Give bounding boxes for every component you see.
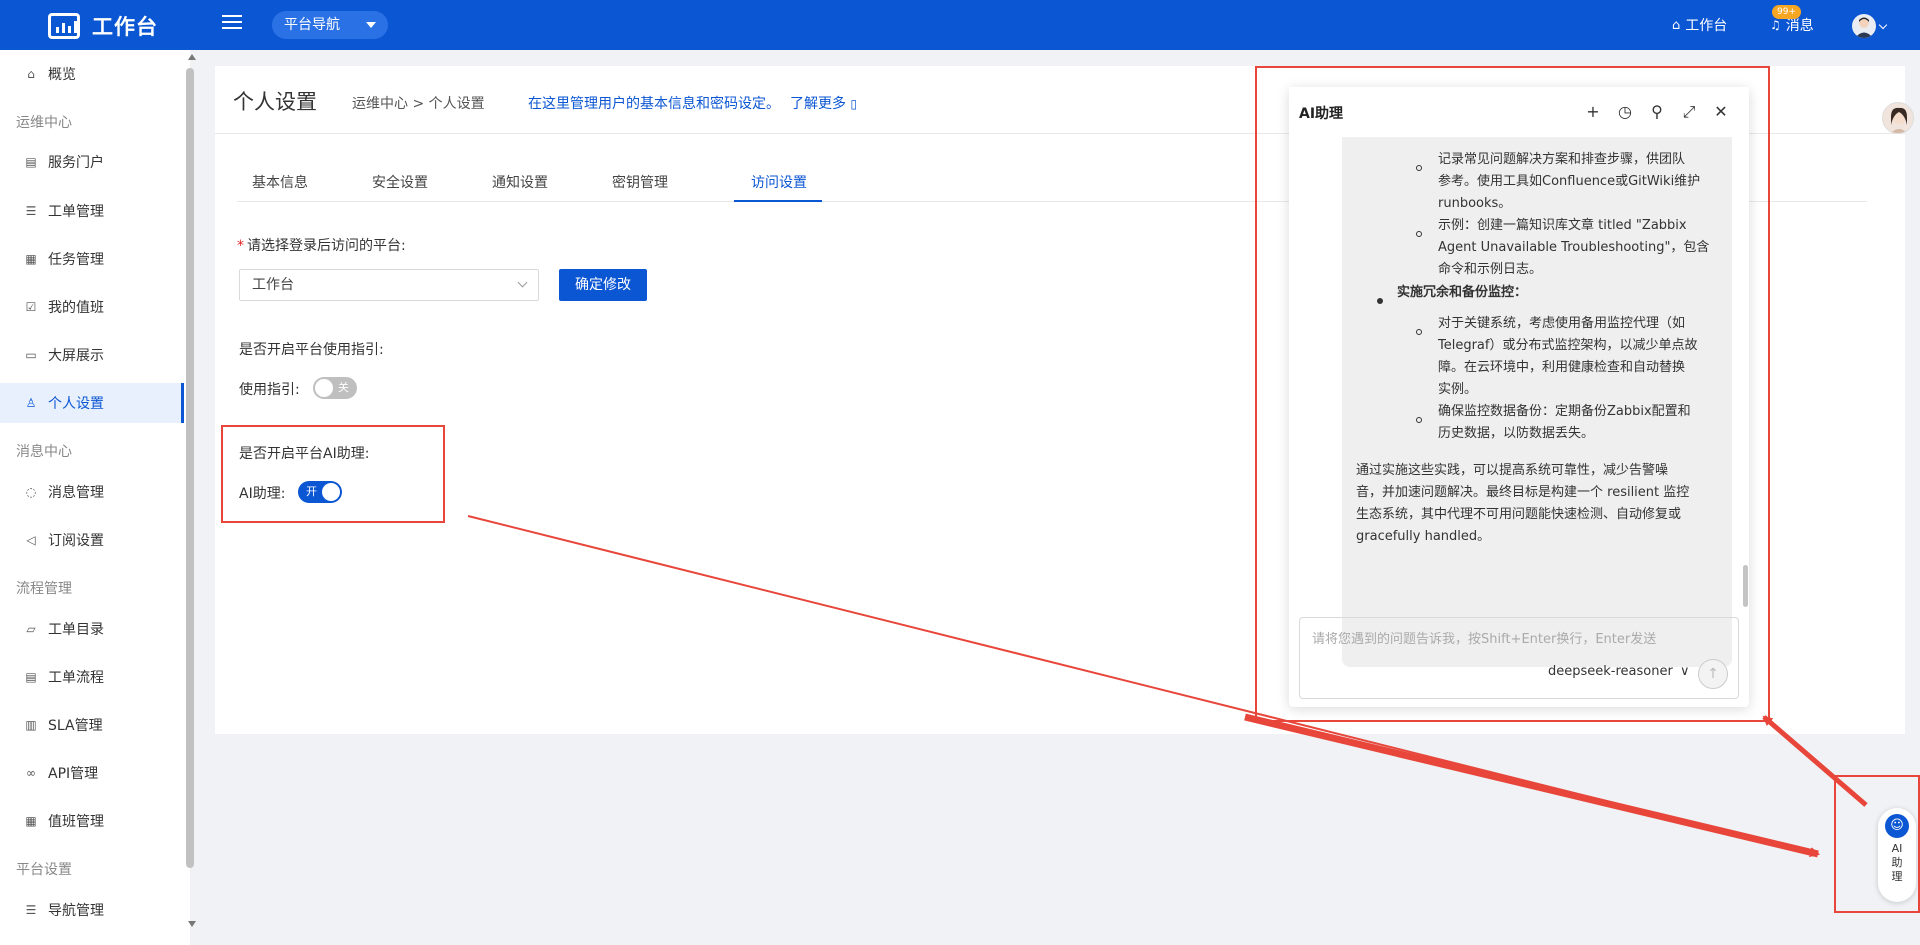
list-icon: ☰ bbox=[25, 903, 37, 917]
sidebar-item-label: 导航管理 bbox=[48, 903, 104, 919]
switch-knob bbox=[315, 379, 333, 397]
doc-icon: ▯ bbox=[850, 97, 858, 111]
sidebar-item-overview[interactable]: ⌂ 概览 bbox=[0, 54, 184, 94]
tab-security[interactable]: 安全设置 bbox=[372, 162, 432, 202]
caret-down-icon bbox=[366, 22, 376, 28]
list-icon: ☰ bbox=[25, 204, 37, 218]
learn-more-link[interactable]: 了解更多 ▯ bbox=[790, 93, 857, 113]
document-icon: ▤ bbox=[25, 155, 37, 169]
sidebar-item-service-portal[interactable]: ▤ 服务门户 bbox=[0, 142, 184, 182]
learn-more-label: 了解更多 bbox=[790, 96, 846, 112]
sidebar-item-label: 工单流程 bbox=[48, 670, 104, 686]
scroll-down-icon[interactable] bbox=[188, 921, 196, 927]
workbench-link[interactable]: ⌂ 工作台 bbox=[1672, 0, 1727, 50]
sidebar-item-my-duty[interactable]: ☑ 我的值班 bbox=[0, 287, 184, 327]
sidebar-item-label: 工单目录 bbox=[48, 622, 104, 638]
user-icon: ♙ bbox=[25, 396, 37, 410]
annotation-box-ai-setting bbox=[221, 425, 445, 523]
tab-keys[interactable]: 密钥管理 bbox=[612, 162, 672, 202]
platform-nav-dropdown[interactable]: 平台导航 bbox=[272, 11, 388, 39]
platform-select-value: 工作台 bbox=[252, 277, 294, 293]
annotation-box-float bbox=[1834, 775, 1920, 913]
chevron-down-icon bbox=[517, 277, 528, 288]
sidebar-group-platform: 平台设置 bbox=[16, 862, 72, 878]
workbench-link-label: 工作台 bbox=[1685, 18, 1728, 34]
sidebar-item-label: SLA管理 bbox=[48, 718, 103, 734]
guide-switch[interactable]: 关 bbox=[313, 377, 357, 399]
tab-access[interactable]: 访问设置 bbox=[734, 162, 822, 202]
user-avatar[interactable] bbox=[1852, 14, 1876, 38]
folder-icon: ▱ bbox=[26, 622, 36, 636]
sidebar-item-label: 工单管理 bbox=[48, 204, 104, 220]
tab-notifications[interactable]: 通知设置 bbox=[492, 162, 552, 202]
annotation-arrow-thick bbox=[1244, 713, 1820, 858]
gauge-icon: ▥ bbox=[25, 718, 37, 732]
sidebar: ⌂ 概览 运维中心 ▤ 服务门户 ☰ 工单管理 ▦ 任务管理 ☑ 我的值班 ▭ 大屏展示 ♙… bbox=[0, 50, 190, 945]
platform-field-label: * 请选择登录后访问的平台: bbox=[237, 235, 406, 255]
platform-select[interactable]: 工作台 bbox=[239, 269, 539, 301]
sidebar-item-label: 消息管理 bbox=[48, 485, 104, 501]
sidebar-item-personal-settings[interactable]: ♙ 个人设置 bbox=[0, 383, 184, 423]
sidebar-item-subscriptions[interactable]: ◁ 订阅设置 bbox=[0, 520, 184, 560]
menu-toggle-icon[interactable] bbox=[222, 15, 242, 33]
tab-basic-info[interactable]: 基本信息 bbox=[252, 162, 312, 202]
scroll-up-icon[interactable] bbox=[188, 54, 196, 60]
sidebar-group-workflow: 流程管理 bbox=[16, 581, 72, 597]
top-bar: 工作台 平台导航 ⌂ 工作台 ♫ 消息 99+ bbox=[0, 0, 1920, 50]
sidebar-item-label: 任务管理 bbox=[48, 252, 104, 268]
sidebar-item-duty-management[interactable]: ▦ 值班管理 bbox=[0, 801, 184, 841]
platform-question: 请选择登录后访问的平台: bbox=[247, 238, 406, 254]
link-icon: ∞ bbox=[26, 766, 36, 780]
sidebar-group-messages: 消息中心 bbox=[16, 444, 72, 460]
sidebar-item-label: 个人设置 bbox=[48, 396, 104, 412]
monitor-icon: ▭ bbox=[25, 348, 37, 362]
sidebar-item-label: 大屏展示 bbox=[48, 348, 104, 364]
annotation-box-chat bbox=[1255, 66, 1770, 722]
app-logo[interactable]: 工作台 bbox=[48, 11, 158, 41]
sidebar-item-nav-management[interactable]: ☰ 导航管理 bbox=[0, 890, 184, 930]
home-icon: ⌂ bbox=[1672, 17, 1681, 33]
document-icon: ▤ bbox=[25, 670, 37, 684]
guide-label: 使用指引: bbox=[239, 382, 300, 398]
sidebar-item-ticket-flow[interactable]: ▤ 工单流程 bbox=[0, 657, 184, 697]
check-calendar-icon: ☑ bbox=[25, 300, 37, 314]
calendar-icon: ▦ bbox=[25, 814, 37, 828]
sidebar-item-big-screen[interactable]: ▭ 大屏展示 bbox=[0, 335, 184, 375]
chevron-down-icon[interactable] bbox=[1878, 20, 1888, 30]
bell-icon: ♫ bbox=[1770, 18, 1781, 32]
breadcrumb: 运维中心 > 个人设置 bbox=[352, 96, 485, 112]
guide-question: 是否开启平台使用指引: bbox=[239, 342, 384, 358]
sidebar-item-label: 概览 bbox=[48, 67, 76, 83]
confirm-button[interactable]: 确定修改 bbox=[559, 269, 647, 301]
chat-icon: ◌ bbox=[25, 485, 37, 499]
app-title: 工作台 bbox=[92, 15, 158, 39]
home-icon: ⌂ bbox=[27, 67, 35, 81]
page-title: 个人设置 bbox=[233, 90, 317, 114]
platform-nav-label: 平台导航 bbox=[284, 17, 340, 33]
required-mark: * bbox=[237, 238, 244, 254]
sidebar-item-label: 值班管理 bbox=[48, 814, 104, 830]
sidebar-item-api[interactable]: ∞ API管理 bbox=[0, 753, 184, 793]
megaphone-icon: ◁ bbox=[26, 533, 36, 547]
sidebar-group-ops: 运维中心 bbox=[16, 115, 72, 131]
chart-icon bbox=[48, 13, 80, 39]
sidebar-item-label: 订阅设置 bbox=[48, 533, 104, 549]
sidebar-item-sla[interactable]: ▥ SLA管理 bbox=[0, 705, 184, 745]
sidebar-item-label: 服务门户 bbox=[48, 155, 104, 171]
sidebar-item-message-management[interactable]: ◌ 消息管理 bbox=[0, 472, 184, 512]
messages-badge: 99+ bbox=[1772, 5, 1801, 19]
sidebar-item-tickets[interactable]: ☰ 工单管理 bbox=[0, 191, 184, 231]
assistant-avatar[interactable] bbox=[1882, 102, 1914, 134]
sidebar-item-label: API管理 bbox=[48, 766, 99, 782]
calendar-icon: ▦ bbox=[25, 252, 37, 266]
guide-switch-text: 关 bbox=[338, 381, 349, 394]
sidebar-scrollbar[interactable] bbox=[186, 68, 194, 868]
sidebar-item-label: 我的值班 bbox=[48, 300, 104, 316]
sidebar-item-ticket-catalog[interactable]: ▱ 工单目录 bbox=[0, 609, 184, 649]
sidebar-item-tasks[interactable]: ▦ 任务管理 bbox=[0, 239, 184, 279]
page-description: 在这里管理用户的基本信息和密码设定。 bbox=[528, 96, 780, 112]
